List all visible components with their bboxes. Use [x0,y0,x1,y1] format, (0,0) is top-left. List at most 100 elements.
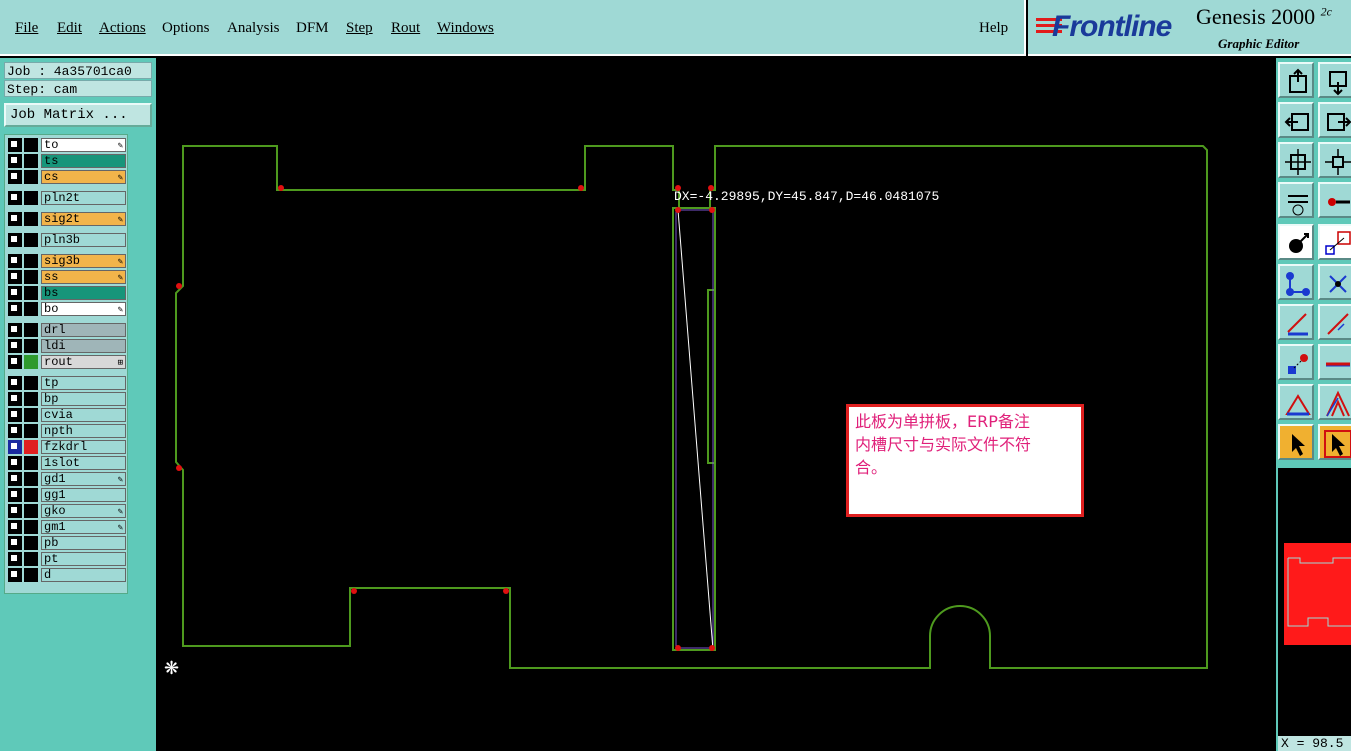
layer-checkbox[interactable] [8,138,22,152]
overview-panel[interactable] [1278,468,1351,738]
pointer-selected-button[interactable] [1318,424,1351,460]
layer-row-sig2t[interactable]: sig2t ✎ [8,212,126,226]
menu-analysis[interactable]: Analysis [227,20,280,37]
layer-checkbox[interactable] [8,424,22,438]
menu-windows[interactable]: Windows [437,20,494,37]
zoom-page-button[interactable] [1318,62,1351,98]
layer-checkbox[interactable] [8,456,22,470]
layer-name[interactable]: pt [41,552,126,566]
layer-name[interactable]: pln3b [41,233,126,247]
pad-add-button[interactable] [1278,344,1314,380]
layer-row-bo[interactable]: bo ✎ [8,302,126,316]
layer-checkbox[interactable] [8,552,22,566]
layer-checkbox[interactable] [8,504,22,518]
zoom-home-button[interactable] [1278,62,1314,98]
measure-button[interactable] [1318,182,1351,218]
layer-color-swatch[interactable] [24,440,38,454]
layer-name[interactable]: pb [41,536,126,550]
layer-color-swatch[interactable] [24,154,38,168]
pan-left-button[interactable] [1278,102,1314,138]
layer-name[interactable]: npth [41,424,126,438]
layer-name[interactable]: gd1 ✎ [41,472,126,486]
layer-row-ss[interactable]: ss ✎ [8,270,126,284]
layer-checkbox[interactable] [8,520,22,534]
layer-name[interactable]: ss ✎ [41,270,126,284]
layer-row-cs[interactable]: cs ✎ [8,170,126,184]
menu-help[interactable]: Help [979,20,1008,37]
menu-file[interactable]: File [15,20,38,37]
menu-actions[interactable]: Actions [99,20,146,37]
delete-button[interactable] [1318,264,1351,300]
zoom-center-button[interactable] [1318,142,1351,178]
layer-name[interactable]: 1slot [41,456,126,470]
layer-name[interactable]: bo ✎ [41,302,126,316]
menu-step[interactable]: Step [346,20,373,37]
layer-checkbox[interactable] [8,212,22,226]
layer-row-pt[interactable]: pt [8,552,126,566]
layer-name[interactable]: cs ✎ [41,170,126,184]
layer-row-drl[interactable]: drl [8,323,126,337]
layer-checkbox[interactable] [8,170,22,184]
layer-checkbox[interactable] [8,339,22,353]
layer-color-swatch[interactable] [24,323,38,337]
layer-row-d[interactable]: d [8,568,126,582]
layer-name[interactable]: gg1 [41,488,126,502]
layer-checkbox[interactable] [8,154,22,168]
layer-color-swatch[interactable] [24,212,38,226]
layer-checkbox[interactable] [8,440,22,454]
arrow-up-button[interactable] [1318,384,1351,420]
layer-name[interactable]: cvia [41,408,126,422]
layer-color-swatch[interactable] [24,286,38,300]
layer-checkbox[interactable] [8,355,22,369]
layer-row-pln3b[interactable]: pln3b [8,233,126,247]
layer-name[interactable]: d [41,568,126,582]
layer-row-gg1[interactable]: gg1 [8,488,126,502]
job-matrix-button[interactable]: Job Matrix ... [4,103,152,127]
layer-checkbox[interactable] [8,408,22,422]
layer-color-swatch[interactable] [24,339,38,353]
layer-color-swatch[interactable] [24,138,38,152]
layer-color-swatch[interactable] [24,233,38,247]
layer-name[interactable]: tp [41,376,126,390]
snap-button[interactable] [1278,182,1314,218]
layer-color-swatch[interactable] [24,408,38,422]
layer-name[interactable]: ldi [41,339,126,353]
graphic-canvas[interactable]: DX=-4.29895,DY=45.847,D=46.0481075 此板为单拼… [156,58,1276,751]
layer-checkbox[interactable] [8,376,22,390]
layer-name[interactable]: drl [41,323,126,337]
select-area-button[interactable] [1318,224,1351,260]
horizontal-line-button[interactable] [1318,344,1351,380]
layer-name[interactable]: sig3b ✎ [41,254,126,268]
layer-name[interactable]: fzkdrl [41,440,126,454]
menu-rout[interactable]: Rout [391,20,420,37]
layer-row-ts[interactable]: ts [8,154,126,168]
layer-color-swatch[interactable] [24,254,38,268]
layer-checkbox[interactable] [8,254,22,268]
layer-name[interactable]: to ✎ [41,138,126,152]
layer-color-swatch[interactable] [24,424,38,438]
layer-color-swatch[interactable] [24,170,38,184]
layer-row-sig3b[interactable]: sig3b ✎ [8,254,126,268]
layer-row-gd1[interactable]: gd1 ✎ [8,472,126,486]
select-feature-button[interactable] [1278,224,1314,260]
layer-name[interactable]: gm1 ✎ [41,520,126,534]
layer-row-bp[interactable]: bp [8,392,126,406]
pointer-button[interactable] [1278,424,1314,460]
layer-color-swatch[interactable] [24,504,38,518]
layer-checkbox[interactable] [8,270,22,284]
layer-row-pb[interactable]: pb [8,536,126,550]
pan-right-button[interactable] [1318,102,1351,138]
menu-edit[interactable]: Edit [57,20,82,37]
layer-row-to[interactable]: to ✎ [8,138,126,152]
layer-checkbox[interactable] [8,233,22,247]
layer-name[interactable]: gko ✎ [41,504,126,518]
layer-row-ldi[interactable]: ldi [8,339,126,353]
layer-color-swatch[interactable] [24,270,38,284]
menu-dfm[interactable]: DFM [296,20,329,37]
menu-options[interactable]: Options [162,20,210,37]
layer-name[interactable]: rout ⊞ [41,355,126,369]
layer-row-tp[interactable]: tp [8,376,126,390]
layer-row-fzkdrl[interactable]: fzkdrl [8,440,126,454]
triangle-button[interactable] [1278,384,1314,420]
layer-color-swatch[interactable] [24,552,38,566]
